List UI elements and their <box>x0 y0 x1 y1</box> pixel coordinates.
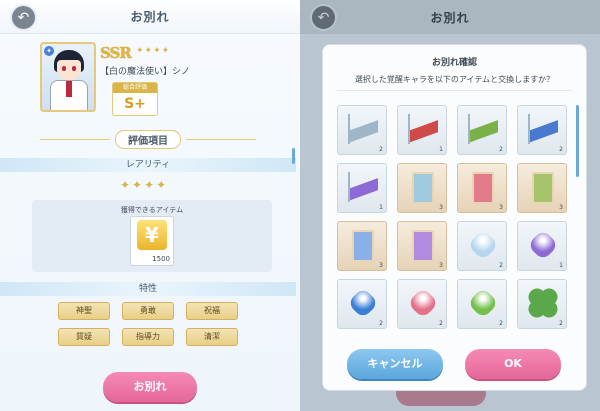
reward-item-slot[interactable]: 1 <box>517 221 567 271</box>
character-portrait: ✦ <box>40 42 96 112</box>
evaluation-grade: S+ <box>124 96 146 112</box>
traits-band: 特性 <box>0 282 296 296</box>
page-title: お別れ <box>130 10 170 24</box>
reward-item-slot[interactable]: 2 <box>397 279 447 329</box>
card-item-icon <box>352 230 374 262</box>
farewell-screen: ↶ お別れ ✦ SSR ✦✦✦✦ 【白の魔法使い】シノ 総合評価 S+ 評価項目… <box>0 0 300 411</box>
scrollbar[interactable] <box>576 105 579 177</box>
reward-item-slot[interactable]: 2 <box>337 105 387 155</box>
trait-badge: 祝福 <box>186 302 238 320</box>
clover-item-icon <box>528 288 558 318</box>
reward-item-slot[interactable]: 1 <box>337 163 387 213</box>
section-header: 評価項目 <box>0 129 296 149</box>
ok-button[interactable]: OK <box>465 349 561 379</box>
farewell-button[interactable]: お別れ <box>103 372 197 402</box>
card-item-icon <box>412 172 434 204</box>
item-count: 3 <box>439 204 443 211</box>
back-arrow-icon: ↶ <box>317 9 330 26</box>
gem-item-icon <box>347 287 379 319</box>
item-slot[interactable]: ¥ 1500 <box>130 216 174 266</box>
item-count: 2 <box>499 262 503 269</box>
reward-item-slot[interactable]: 3 <box>397 163 447 213</box>
item-count: 2 <box>439 320 443 327</box>
gem-item-icon <box>467 229 499 261</box>
item-count: 1 <box>379 204 383 211</box>
overall-evaluation: 総合評価 S+ <box>112 82 158 116</box>
dialog-message: 選択した覚醒キャラを以下のアイテムと交換しますか？ <box>354 75 555 84</box>
item-count: 2 <box>559 320 563 327</box>
item-count: 1 <box>559 262 563 269</box>
rarity-stars-large: ✦✦✦✦ <box>120 178 169 192</box>
reward-item-slot[interactable]: 2 <box>517 105 567 155</box>
evaluation-label: 総合評価 <box>113 83 157 93</box>
trait-badge: 質疑 <box>58 328 110 346</box>
farewell-confirm-screen: ↶ お別れ お別れ確認 選択した覚醒キャラを以下のアイテムと交換しますか？ 2 1… <box>300 0 600 411</box>
page-title: お別れ <box>430 10 470 25</box>
yen-coin-icon: ¥ <box>137 220 167 250</box>
item-count: 3 <box>559 204 563 211</box>
reward-item-slot[interactable]: 2 <box>457 105 507 155</box>
ice-item-icon <box>348 172 378 202</box>
card-item-icon <box>532 172 554 204</box>
item-count: 3 <box>439 262 443 269</box>
trait-badge: 神聖 <box>58 302 110 320</box>
ice-item-icon <box>408 114 438 144</box>
cancel-button[interactable]: キャンセル <box>347 349 443 379</box>
attribute-icon: ✦ <box>44 46 54 56</box>
reward-item-slot[interactable]: 2 <box>457 279 507 329</box>
ice-item-icon <box>528 114 558 144</box>
gem-item-icon <box>467 287 499 319</box>
reward-item-slot[interactable]: 2 <box>517 279 567 329</box>
reward-item-slot[interactable]: 2 <box>457 221 507 271</box>
trait-badge: 指導力 <box>122 328 174 346</box>
rarity-band: レアリティ <box>0 158 296 172</box>
item-count: 3 <box>379 262 383 269</box>
rarity-label: SSR <box>100 44 132 62</box>
header-bar: ↶ お別れ <box>0 0 300 34</box>
scrollbar[interactable] <box>292 148 295 164</box>
item-count: 2 <box>499 320 503 327</box>
obtainable-items-box: 獲得できるアイテム ¥ 1500 <box>32 200 272 272</box>
reward-items-grid: 2 1 2 2 1 3 3 3 3 3 2 1 2 2 2 2 <box>337 105 569 329</box>
trait-badge: 清潔 <box>186 328 238 346</box>
gem-item-icon <box>527 229 559 261</box>
back-button[interactable]: ↶ <box>10 4 37 31</box>
item-count: 1 <box>439 146 443 153</box>
reward-item-slot[interactable]: 2 <box>337 279 387 329</box>
item-count: 1500 <box>152 255 170 263</box>
obtainable-items-label: 獲得できるアイテム <box>120 206 184 214</box>
item-count: 3 <box>499 204 503 211</box>
reward-item-slot[interactable]: 3 <box>517 163 567 213</box>
ice-item-icon <box>348 114 378 144</box>
card-item-icon <box>472 172 494 204</box>
back-button[interactable]: ↶ <box>310 4 337 31</box>
section-title: 評価項目 <box>115 129 181 149</box>
back-arrow-icon: ↶ <box>17 9 30 26</box>
item-count: 2 <box>499 146 503 153</box>
card-item-icon <box>412 230 434 262</box>
item-count: 2 <box>379 320 383 327</box>
traits-grid: 神聖 勇敢 祝福 質疑 指導力 清潔 <box>58 302 238 346</box>
reward-item-slot[interactable]: 3 <box>457 163 507 213</box>
rarity-stars: ✦✦✦✦ <box>136 46 171 56</box>
item-count: 2 <box>559 146 563 153</box>
gem-item-icon <box>407 287 439 319</box>
character-name: 【白の魔法使い】シノ <box>100 67 191 77</box>
ice-item-icon <box>468 114 498 144</box>
reward-item-slot[interactable]: 3 <box>397 221 447 271</box>
item-count: 2 <box>379 146 383 153</box>
reward-item-slot[interactable]: 1 <box>397 105 447 155</box>
trait-badge: 勇敢 <box>122 302 174 320</box>
dialog-title: お別れ確認 <box>431 58 477 68</box>
reward-item-slot[interactable]: 3 <box>337 221 387 271</box>
header-bar: ↶ お別れ <box>300 0 600 34</box>
confirm-dialog: お別れ確認 選択した覚醒キャラを以下のアイテムと交換しますか？ 2 1 2 2 1 3 3 3… <box>322 44 587 391</box>
